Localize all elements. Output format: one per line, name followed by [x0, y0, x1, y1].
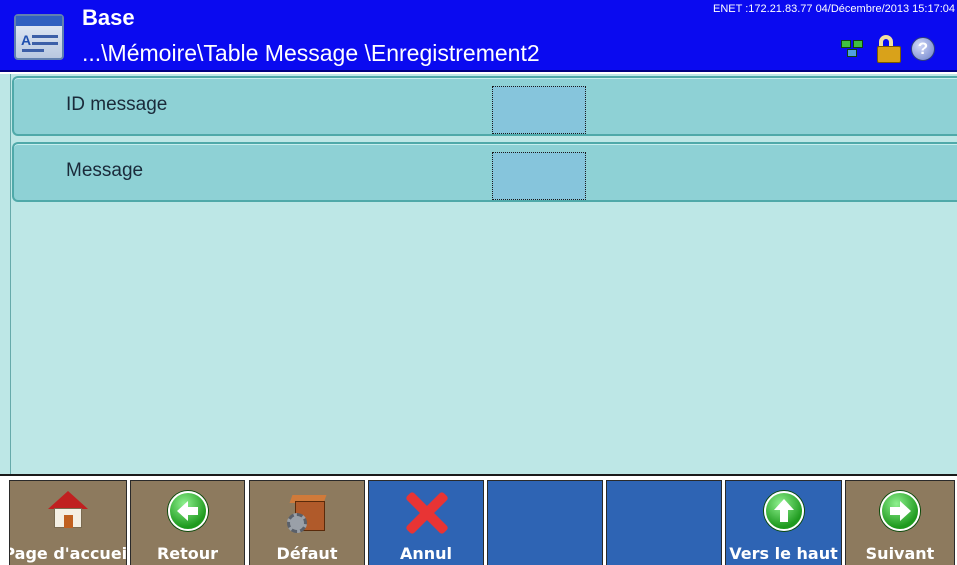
- home-softkey[interactable]: Page d'accueil: [9, 480, 127, 565]
- field-label-id-message: ID message: [66, 94, 168, 115]
- field-row-message[interactable]: Message: [12, 142, 957, 202]
- default-softkey[interactable]: Défaut: [249, 480, 365, 565]
- field-row-id-message[interactable]: ID message: [12, 76, 957, 136]
- page-title: Base: [82, 5, 135, 30]
- message-input[interactable]: [492, 152, 586, 200]
- next-softkey[interactable]: Suivant: [845, 480, 955, 565]
- cancel-softkey-label: Annul: [399, 544, 453, 563]
- default-softkey-label: Défaut: [276, 544, 338, 563]
- lock-open-icon: [877, 35, 901, 63]
- id-message-input[interactable]: [492, 86, 586, 134]
- network-icon: [841, 40, 871, 58]
- header-bar: A Base ...\Mémoire\Table Message \Enregi…: [0, 0, 957, 72]
- next-softkey-label: Suivant: [865, 544, 935, 563]
- help-icon[interactable]: ?: [911, 37, 935, 61]
- status-icons: ?: [841, 34, 951, 64]
- cancel-softkey[interactable]: Annul: [368, 480, 484, 565]
- back-softkey-label: Retour: [156, 544, 219, 563]
- breadcrumb-path: ...\Mémoire\Table Message \Enregistremen…: [82, 40, 540, 66]
- empty-softkey-2[interactable]: [606, 480, 722, 565]
- arrow-right-icon: [880, 491, 920, 531]
- empty-softkey-1[interactable]: [487, 480, 603, 565]
- scroll-up-softkey[interactable]: Vers le haut: [725, 480, 842, 565]
- field-label-message: Message: [66, 160, 144, 181]
- box-gear-icon: [285, 491, 329, 535]
- document-icon: A: [14, 14, 64, 60]
- home-softkey-label: Page d'accueil: [9, 544, 127, 563]
- scroll-up-softkey-label: Vers le haut: [729, 544, 838, 563]
- home-icon: [46, 491, 90, 535]
- arrow-up-icon: [763, 491, 804, 531]
- content-left-border: [10, 74, 11, 474]
- back-softkey[interactable]: Retour: [130, 480, 245, 565]
- cancel-x-icon: [404, 491, 449, 535]
- status-line: ENET :172.21.83.77 04/Décembre/2013 15:1…: [713, 3, 955, 15]
- softkey-toolbar: Page d'accueil Retour Défaut Annul Vers …: [0, 474, 957, 565]
- arrow-left-icon: [167, 491, 208, 531]
